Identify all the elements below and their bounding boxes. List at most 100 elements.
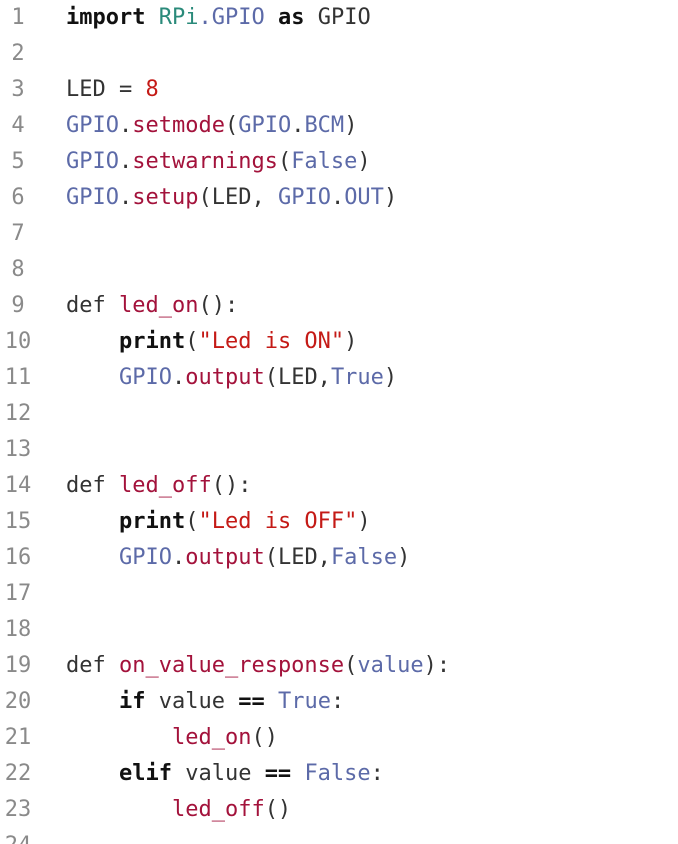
code-line[interactable]: 2 — [0, 36, 678, 72]
code-token: GPIO — [66, 113, 119, 138]
line-number: 3 — [11, 77, 25, 102]
code-line[interactable]: 15 print("Led is OFF") — [0, 504, 678, 540]
code-token: .GPIO — [198, 5, 265, 30]
line-number: 21 — [4, 725, 32, 750]
code-token: value — [171, 761, 265, 786]
code-token: . — [171, 545, 186, 570]
line-number: 8 — [11, 257, 25, 282]
code-token: . — [118, 149, 133, 174]
code-line[interactable]: 20 if value == True: — [0, 684, 678, 720]
code-token: GPIO — [118, 365, 172, 390]
line-number: 1 — [11, 5, 25, 30]
code-line[interactable]: 13 — [0, 432, 678, 468]
line-number: 9 — [11, 293, 25, 318]
code-line[interactable]: 10 print("Led is ON") — [0, 324, 678, 360]
code-token: ) — [383, 185, 398, 210]
code-token: GPIO — [118, 545, 172, 570]
code-line[interactable]: 17 — [0, 576, 678, 612]
code-line[interactable]: 4 GPIO.setmode(GPIO.BCM) — [0, 108, 678, 144]
line-code: GPIO.setmode(GPIO.BCM) — [66, 108, 357, 144]
code-line[interactable]: 22 elif value == False: — [0, 756, 678, 792]
code-token: False — [291, 149, 358, 174]
code-line[interactable]: 23 led_off() — [0, 792, 678, 828]
code-token: ) — [357, 149, 371, 174]
code-token: def — [66, 653, 106, 678]
line-code: def led_on(): — [66, 288, 238, 324]
code-token: on_value_response — [119, 653, 345, 678]
code-line[interactable]: 14 def led_off(): — [0, 468, 678, 504]
code-token: ) — [357, 509, 371, 534]
code-token: "Led is OFF" — [198, 509, 358, 534]
code-token: as — [277, 5, 305, 30]
code-token: (): — [198, 293, 239, 318]
code-token: led_on — [171, 725, 252, 750]
code-line[interactable]: 19 def on_value_response(value): — [0, 648, 678, 684]
code-token: GPIO — [66, 185, 119, 210]
code-line[interactable]: 6 GPIO.setup(LED, GPIO.OUT) — [0, 180, 678, 216]
code-token: ) — [383, 365, 398, 390]
code-token: GPIO — [66, 149, 119, 174]
code-token: . — [118, 185, 133, 210]
code-token: True — [277, 689, 331, 714]
code-token: BCM — [304, 113, 345, 138]
code-token: . — [291, 113, 305, 138]
line-number: 22 — [4, 761, 32, 786]
code-token: print — [118, 509, 186, 534]
line-code: GPIO.output(LED,False) — [66, 540, 410, 576]
code-token: == — [238, 689, 265, 714]
code-token: () — [264, 797, 292, 822]
line-number: 2 — [11, 41, 25, 66]
code-token: "Led is ON" — [198, 329, 345, 354]
line-number: 4 — [11, 113, 25, 138]
code-line[interactable]: 1 import RPi.GPIO as GPIO — [0, 0, 678, 36]
line-number: 19 — [4, 653, 32, 678]
line-number: 16 — [4, 545, 32, 570]
code-line[interactable]: 3 LED = 8 — [0, 72, 678, 108]
code-token: ) — [344, 329, 358, 354]
line-code: GPIO.setup(LED, GPIO.OUT) — [66, 180, 397, 216]
code-line[interactable]: 8 — [0, 252, 678, 288]
code-line[interactable]: 16 GPIO.output(LED,False) — [0, 540, 678, 576]
code-token: ( — [277, 149, 292, 174]
code-token: == — [264, 761, 292, 786]
code-token: () — [251, 725, 278, 750]
code-token: GPIO — [238, 113, 292, 138]
line-number: 24 — [0, 828, 36, 844]
code-line[interactable]: 24 — [0, 828, 678, 844]
code-editor[interactable]: 1 import RPi.GPIO as GPIO 2 3 LED = 8 4 GPIO.s… — [0, 0, 678, 844]
code-line[interactable]: 5 GPIO.setwarnings(False) — [0, 144, 678, 180]
code-line[interactable]: 11 GPIO.output(LED,True) — [0, 360, 678, 396]
code-token: (LED, — [264, 365, 331, 390]
code-token: 8 — [145, 77, 159, 102]
code-token: : — [330, 689, 345, 714]
code-token: led_off — [119, 473, 212, 498]
line-code: led_on() — [66, 720, 278, 756]
code-token: setwarnings — [132, 149, 278, 174]
code-token: RPi — [158, 5, 199, 30]
code-token: ( — [185, 509, 199, 534]
code-token: . — [171, 365, 186, 390]
code-token: : — [370, 761, 384, 786]
line-number: 15 — [4, 509, 32, 534]
code-line[interactable]: 9 def led_on(): — [0, 288, 678, 324]
line-code: if value == True: — [66, 684, 344, 720]
code-token: def — [66, 293, 106, 318]
line-code: print("Led is OFF") — [66, 504, 371, 540]
code-token: LED = — [66, 77, 146, 102]
code-token: ) — [397, 545, 411, 570]
code-token: (LED, — [264, 545, 331, 570]
code-token: value — [145, 689, 239, 714]
code-token: ( — [224, 113, 239, 138]
code-line[interactable]: 7 — [0, 216, 678, 252]
code-line[interactable]: 18 — [0, 612, 678, 648]
line-code: def led_off(): — [66, 468, 251, 504]
line-number: 17 — [4, 581, 32, 606]
code-line[interactable]: 21 led_on() — [0, 720, 678, 756]
code-line[interactable]: 12 — [0, 396, 678, 432]
code-token: ): — [423, 653, 451, 678]
